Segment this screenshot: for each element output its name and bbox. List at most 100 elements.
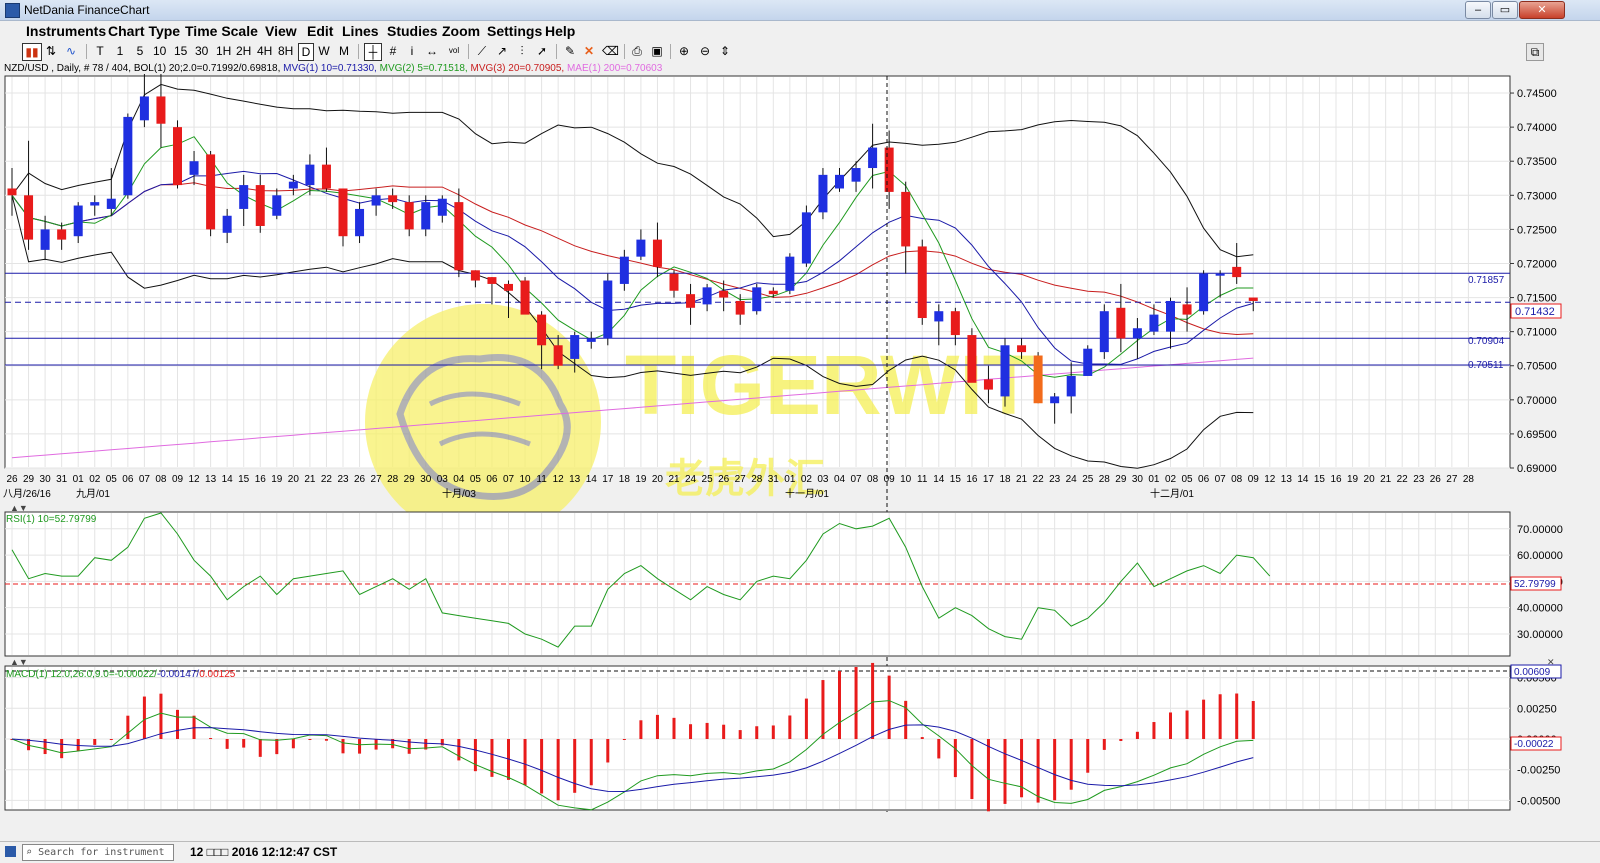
macd-histogram-bar [308,739,312,740]
timeframe-8h[interactable]: 8H [278,43,293,59]
arrow-line-icon[interactable]: ➚ [534,43,550,59]
candle-body [1248,297,1258,301]
timeframe-daily[interactable]: D [298,43,314,61]
timeframe-1h[interactable]: 1H [216,43,231,59]
timeframe-tick[interactable]: T [94,43,106,59]
price-tick-label: 0.73500 [1517,156,1557,168]
date-tick-label: 16 [1330,474,1342,485]
legend-mvg1: MVG(1) 10=0.71330, [283,63,377,74]
pan-icon[interactable]: ↔ [424,43,440,59]
macd-histogram-bar [176,709,179,739]
candle-body [702,287,712,305]
candle-body [950,311,960,336]
menu-help[interactable]: Help [545,23,575,39]
date-tick-label: 22 [1397,474,1409,485]
instrument-search-input[interactable]: ⌕ Search for instrument [22,844,174,861]
bar-chart-icon[interactable]: ▮▮ [22,43,42,61]
price-chart[interactable]: TIGERWIT 老虎外汇 0.74500 0.74000 0.73500 0.730… [0,74,1600,854]
date-tick-label: 16 [255,474,267,485]
timeframe-4h[interactable]: 4H [257,43,272,59]
menu-studies[interactable]: Studies [387,23,438,39]
candle-body [487,277,497,284]
menu-instruments[interactable]: Instruments [26,23,106,39]
candle-body [1215,273,1225,276]
menu-zoom[interactable]: Zoom [442,23,480,39]
timeframe-15m[interactable]: 15 [174,43,187,59]
timeframe-5m[interactable]: 5 [134,43,146,59]
grid-icon[interactable]: # [386,43,400,59]
candle-body [7,188,17,196]
macd-histogram-bar [788,715,792,739]
ray-line-icon[interactable]: ↗ [494,43,510,59]
menu-view[interactable]: View [265,23,297,39]
candle-body [454,202,464,271]
month-label-nov: 十一月/01 [785,487,829,500]
timeframe-30m[interactable]: 30 [195,43,208,59]
macd-histogram-bar [1169,712,1172,739]
line-chart-icon[interactable]: ∿ [62,43,80,59]
date-tick-label: 07 [1215,474,1227,485]
zoom-in-icon[interactable]: ⊕ [677,43,691,59]
candle-body [1050,396,1060,404]
candle-body [785,256,795,291]
date-tick-label: 21 [304,474,316,485]
macd-histogram-bar [689,724,693,739]
trendline-icon[interactable]: ⟋ [474,43,490,59]
macd-histogram-bar [622,739,626,740]
macd-histogram-bar [1251,701,1255,739]
menu-chart-type[interactable]: Chart Type [108,23,180,39]
level-label-3: 0.70511 [1468,360,1504,371]
fibonacci-icon[interactable]: ⫶ [514,43,530,59]
timeframe-10m[interactable]: 10 [153,43,166,59]
candle-chart-icon[interactable]: ⇅ [44,43,58,59]
timeframe-2h[interactable]: 2H [236,43,251,59]
crosshair-icon[interactable]: ┼ [364,43,382,61]
month-label-oct: 十月/03 [442,487,476,500]
macd-histogram-bar [904,700,908,739]
zoom-out-icon[interactable]: ⊖ [698,43,712,59]
maximize-button[interactable]: ▭ [1492,1,1518,19]
macd-histogram-bar [258,739,262,757]
close-button[interactable]: ✕ [1519,1,1565,19]
menu-lines[interactable]: Lines [342,23,379,39]
date-tick-label: 09 [172,474,184,485]
pencil-icon[interactable]: ✎ [562,43,578,59]
macd-histogram-bar [1152,722,1156,739]
macd-histogram-bar [738,730,742,739]
candle-body [917,246,927,319]
date-tick-label: 18 [999,474,1011,485]
date-tick-label: 05 [106,474,118,485]
current-price: 0.71432 [1515,306,1555,318]
date-axis: 26 29 30 31 01 02 05 06 07 08 09 12 13 14 15 16 19 20 21 22… [6,474,1474,485]
print-icon[interactable]: ⎙ [630,43,644,59]
date-tick-label: 27 [1446,474,1458,485]
month-label-sep: 九月/01 [76,488,110,500]
macd-histogram-bar [324,739,328,741]
clear-icon[interactable]: ⌫ [602,43,619,59]
preview-icon[interactable]: ▣ [650,43,664,59]
date-tick-label: 15 [238,474,250,485]
timeframe-monthly[interactable]: M [338,43,350,59]
candle-body [139,96,149,121]
info-icon[interactable]: i [406,43,418,59]
macd-histogram-bar [93,739,97,745]
toolbar: ▮▮ ⇅ ∿ T 1 5 10 15 30 1H 2H 4H 8H D W M … [0,41,1600,62]
menu-edit[interactable]: Edit [307,23,333,39]
volume-icon[interactable]: vol [446,43,462,59]
menu-time-scale[interactable]: Time Scale [185,23,258,39]
price-tick-label: 0.69500 [1517,429,1557,441]
detach-icon[interactable]: ⧉ [1526,43,1544,61]
fit-icon[interactable]: ⇕ [718,43,732,59]
candle-body [239,185,249,209]
menu-settings[interactable]: Settings [487,23,542,39]
candle-body [1116,307,1126,339]
delete-drawing-icon[interactable]: ✕ [582,43,596,59]
candle-body [835,174,844,189]
timeframe-weekly[interactable]: W [318,43,330,59]
minimize-button[interactable]: – [1465,1,1491,19]
candle-body [884,147,894,192]
candle-body [1232,266,1242,278]
candle-body [321,164,331,189]
date-tick-label: 07 [503,474,515,485]
timeframe-1m[interactable]: 1 [114,43,126,59]
